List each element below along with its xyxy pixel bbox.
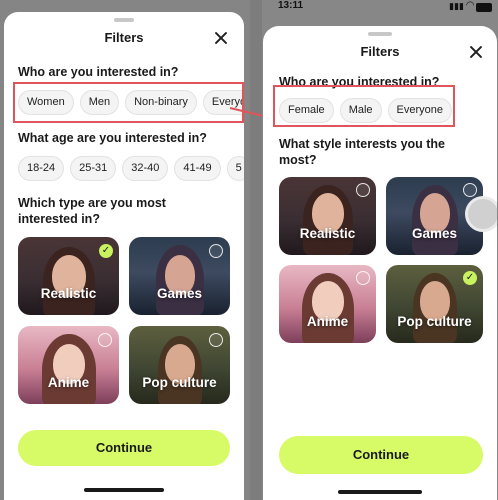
sheet-grabber[interactable]	[368, 32, 392, 36]
age-question: What age are you interested in?	[18, 131, 207, 145]
card-realistic[interactable]: ✓ Realistic	[18, 237, 119, 315]
highlight-box	[273, 85, 455, 127]
home-indicator	[84, 488, 164, 492]
continue-button[interactable]: Continue	[279, 436, 483, 474]
card-label: Pop culture	[397, 314, 472, 329]
status-time: 13:11	[278, 0, 304, 11]
card-pop-culture[interactable]: ✓ Pop culture	[386, 265, 483, 343]
sheet-title: Filters	[104, 30, 144, 45]
unchecked-icon	[209, 244, 223, 258]
style-question: What style interests you the most?	[279, 137, 446, 167]
card-label: Realistic	[40, 286, 97, 301]
left-screen: Filters Who are you interested in? Women…	[0, 0, 250, 500]
right-screen: 13:11 ▮▮▮ ◠ Filters Who are you interest…	[262, 0, 498, 500]
sheet-title: Filters	[360, 44, 400, 59]
chip-age-32-40[interactable]: 32-40	[122, 156, 169, 181]
filters-sheet-left: Filters Who are you interested in? Women…	[4, 12, 244, 500]
interest-question: Who are you interested in?	[18, 65, 179, 79]
unchecked-icon	[463, 183, 477, 197]
chip-age-18-24[interactable]: 18-24	[18, 156, 65, 181]
sheet-grabber[interactable]	[114, 18, 134, 22]
check-icon: ✓	[99, 244, 113, 258]
wifi-icon: ◠	[466, 0, 474, 11]
filters-sheet-right: Filters Who are you interested in? Femal…	[263, 26, 497, 500]
card-games[interactable]: Games	[129, 237, 230, 315]
check-icon: ✓	[463, 271, 477, 285]
age-chip-row: 18-24 25-31 32-40 41-49 5	[18, 156, 244, 181]
unchecked-icon	[356, 183, 370, 197]
assistive-touch-button[interactable]	[465, 196, 497, 232]
card-label: Games	[411, 226, 458, 241]
close-icon[interactable]	[469, 45, 483, 59]
unchecked-icon	[98, 333, 112, 347]
continue-button[interactable]: Continue	[18, 430, 230, 466]
card-label: Anime	[306, 314, 349, 329]
card-label: Realistic	[299, 226, 356, 241]
chip-age-25-31[interactable]: 25-31	[70, 156, 117, 181]
unchecked-icon	[209, 333, 223, 347]
status-bar: 13:11 ▮▮▮ ◠	[262, 0, 498, 14]
signal-icon: ▮▮▮	[449, 1, 464, 11]
battery-icon	[476, 3, 492, 12]
card-anime[interactable]: Anime	[18, 326, 119, 404]
card-label: Pop culture	[142, 375, 217, 390]
card-label: Games	[156, 286, 203, 301]
card-realistic[interactable]: Realistic	[279, 177, 376, 255]
chip-age-50[interactable]: 5	[226, 156, 244, 181]
card-label: Anime	[47, 375, 90, 390]
unchecked-icon	[356, 271, 370, 285]
card-anime[interactable]: Anime	[279, 265, 376, 343]
close-icon[interactable]	[214, 31, 228, 45]
home-indicator	[338, 490, 422, 494]
card-pop-culture[interactable]: Pop culture	[129, 326, 230, 404]
type-question: Which type are you most interested in?	[18, 196, 166, 226]
highlight-box	[13, 82, 244, 123]
chip-age-41-49[interactable]: 41-49	[174, 156, 221, 181]
